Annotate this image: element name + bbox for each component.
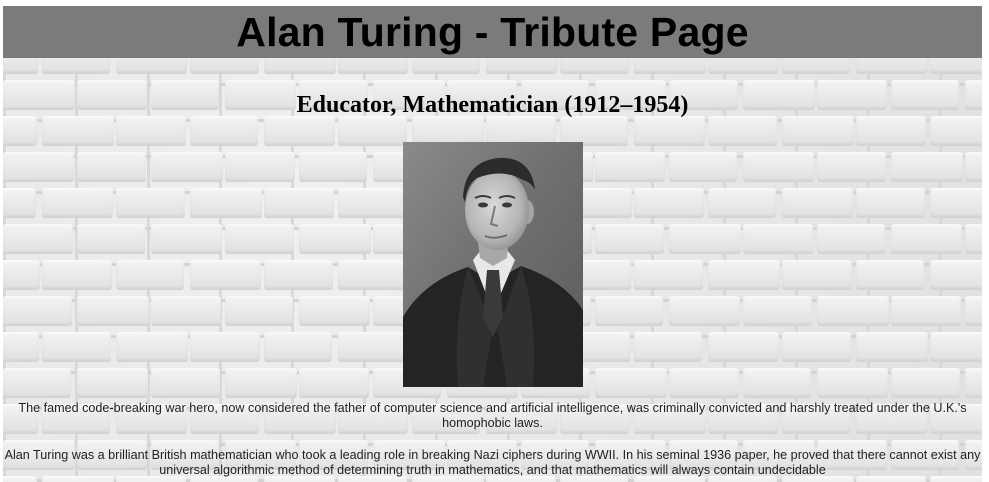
wall-brick (782, 332, 851, 362)
wall-brick (3, 116, 37, 146)
wall-brick (708, 188, 776, 218)
wall-brick (116, 260, 184, 290)
wall-brick (338, 332, 409, 362)
wall-brick (190, 260, 261, 290)
wall-brick (856, 188, 925, 218)
wall-brick (669, 296, 740, 326)
wall-brick (151, 224, 222, 254)
biography-paragraph: Alan Turing was a brilliant British math… (4, 448, 981, 477)
wall-brick (743, 368, 811, 398)
wall-brick (264, 260, 333, 290)
wall-brick (77, 152, 146, 182)
wall-brick (669, 152, 737, 182)
wall-brick (3, 152, 74, 182)
wall-brick (634, 116, 705, 146)
wall-brick (595, 296, 663, 326)
wall-brick (225, 296, 293, 326)
wall-brick (151, 368, 220, 398)
wall-brick (225, 152, 295, 182)
wall-brick (782, 188, 853, 218)
portrait-image (403, 142, 583, 387)
wall-brick (116, 188, 185, 218)
wall-brick (338, 260, 410, 290)
wall-brick (891, 152, 963, 182)
wall-brick (708, 116, 777, 146)
wall-brick (965, 296, 982, 326)
wall-brick (743, 224, 813, 254)
wall-brick (225, 224, 294, 254)
wall-brick (856, 260, 924, 290)
wall-brick (299, 296, 370, 326)
subtitle: Educator, Mathematician (1912–1954) (296, 92, 689, 118)
wall-brick (3, 368, 71, 398)
wall-brick (669, 224, 741, 254)
wall-brick (634, 332, 702, 362)
wall-brick (743, 152, 814, 182)
wall-brick (930, 188, 982, 218)
wall-brick (708, 332, 779, 362)
wall-brick (782, 260, 852, 290)
wall-brick (42, 332, 111, 362)
wall-brick (856, 332, 928, 362)
wall-brick (264, 332, 332, 362)
wall-brick (856, 116, 926, 146)
wall-brick (817, 224, 885, 254)
wall-brick (634, 260, 703, 290)
wall-brick (930, 332, 982, 362)
wall-brick (3, 188, 36, 218)
wall-brick (3, 296, 72, 326)
wall-brick (3, 260, 40, 290)
wall-brick (708, 260, 780, 290)
wall-brick (782, 116, 854, 146)
wall-brick (338, 188, 406, 218)
wall-brick (42, 260, 112, 290)
page-title: Alan Turing - Tribute Page (236, 9, 749, 55)
wall-brick (116, 116, 186, 146)
wall-brick (151, 296, 221, 326)
wall-brick (77, 224, 145, 254)
wall-brick (264, 116, 335, 146)
wall-brick (817, 368, 888, 398)
wall-brick (77, 368, 148, 398)
wall-brick (77, 296, 149, 326)
wall-brick (743, 296, 812, 326)
wall-brick (299, 152, 367, 182)
wall-brick (42, 116, 114, 146)
wall-brick (817, 296, 889, 326)
wall-brick (595, 368, 667, 398)
wall-brick (891, 296, 961, 326)
wall-brick (116, 332, 188, 362)
wall-brick (595, 152, 665, 182)
wall-brick (225, 368, 297, 398)
wall-brick (891, 224, 962, 254)
wall-brick (965, 152, 982, 182)
wall-brick (930, 116, 982, 146)
wall-brick (338, 116, 407, 146)
wall-brick (299, 368, 369, 398)
wall-brick (965, 368, 982, 398)
wall-brick (3, 332, 39, 362)
wall-brick (817, 152, 886, 182)
tribute-page: Alan Turing - Tribute Page Educator, Mat… (3, 6, 982, 482)
wall-brick (930, 260, 982, 290)
wall-brick (151, 152, 223, 182)
wall-brick (299, 224, 371, 254)
wall-brick (264, 188, 334, 218)
wall-brick (3, 224, 73, 254)
wall-brick (190, 116, 258, 146)
wall-brick (669, 368, 739, 398)
wall-brick (965, 224, 982, 254)
intro-paragraph: The famed code-breaking war hero, now co… (18, 401, 967, 430)
wall-brick (891, 368, 960, 398)
wall-brick (190, 188, 262, 218)
wall-brick (595, 224, 664, 254)
page-header: Alan Turing - Tribute Page (3, 6, 982, 58)
wall-brick (190, 332, 260, 362)
wall-brick (634, 188, 704, 218)
wall-brick (42, 188, 113, 218)
